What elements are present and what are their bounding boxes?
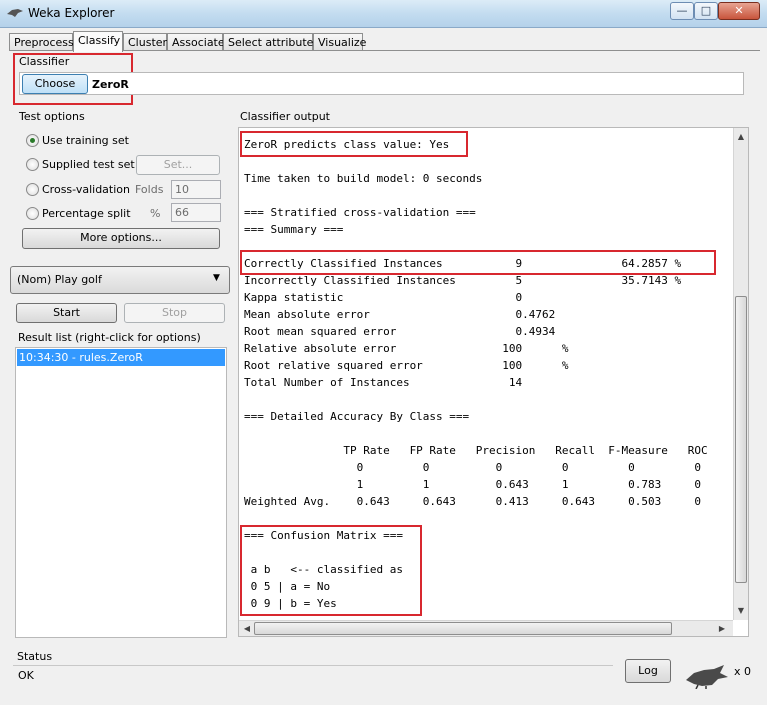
output-line: 0 0 0 0 0 0: [244, 461, 701, 474]
tab-preprocess[interactable]: Preprocess: [9, 33, 74, 51]
supplied-test-label: Supplied test set: [42, 158, 135, 171]
result-list-label: Result list (right-click for options): [18, 331, 201, 344]
status-label: Status: [17, 650, 53, 663]
class-attribute-select[interactable]: (Nom) Play golf ▼: [10, 266, 230, 294]
class-attribute-value: (Nom) Play golf: [17, 273, 102, 286]
output-line: Kappa statistic 0: [244, 291, 523, 304]
title-bar: Weka Explorer — □ ✕: [0, 0, 767, 28]
output-line: Root relative squared error 100 %: [244, 359, 569, 372]
scroll-down-icon[interactable]: ▼: [736, 606, 746, 615]
scroll-right-icon[interactable]: ▶: [717, 624, 727, 633]
minimize-button[interactable]: —: [670, 2, 694, 20]
horizontal-scroll-thumb[interactable]: [254, 622, 672, 635]
output-line: Mean absolute error 0.4762: [244, 308, 556, 321]
status-text: OK: [18, 669, 34, 682]
maximize-button[interactable]: □: [694, 2, 718, 20]
tab-associate[interactable]: Associate: [167, 33, 225, 51]
more-options-button[interactable]: More options...: [22, 228, 220, 249]
percent-input[interactable]: 66: [171, 203, 221, 222]
output-line: Time taken to build model: 0 seconds: [244, 172, 483, 185]
output-line: === Summary ===: [244, 223, 344, 236]
percent-label: %: [150, 207, 161, 220]
log-button[interactable]: Log: [625, 659, 671, 683]
tab-classify[interactable]: Classify: [73, 31, 123, 52]
output-line: Weighted Avg. 0.643 0.643 0.413 0.643 0.…: [244, 495, 701, 508]
scroll-up-icon[interactable]: ▲: [736, 132, 746, 141]
test-options-label: Test options: [19, 110, 85, 123]
classifier-output-label: Classifier output: [240, 110, 330, 123]
scroll-left-icon[interactable]: ◀: [242, 624, 252, 633]
stop-button[interactable]: Stop: [124, 303, 225, 323]
status-bar: [13, 665, 613, 685]
result-list-item[interactable]: 10:34:30 - rules.ZeroR: [17, 349, 225, 366]
weka-bird-icon: [686, 665, 728, 689]
supplied-test-radio[interactable]: [26, 158, 39, 171]
vertical-scroll-thumb[interactable]: [735, 296, 747, 583]
output-line: 1 1 0.643 1 0.783 0: [244, 478, 701, 491]
output-line: Total Number of Instances 14: [244, 376, 523, 389]
output-line: Relative absolute error 100 %: [244, 342, 569, 355]
folds-label: Folds: [135, 183, 164, 196]
percentage-split-label: Percentage split: [42, 207, 131, 220]
folds-input[interactable]: 10: [171, 180, 221, 199]
output-line: Root mean squared error 0.4934: [244, 325, 556, 338]
choose-button[interactable]: Choose: [22, 74, 88, 94]
classifier-name: ZeroR: [92, 78, 129, 91]
prediction-highlight: [240, 131, 468, 157]
classifier-group-label: Classifier: [19, 55, 70, 68]
weka-bird-icon: [7, 9, 23, 17]
percentage-split-radio[interactable]: [26, 207, 39, 220]
tab-visualize[interactable]: Visualize: [313, 33, 366, 51]
set-button[interactable]: Set...: [136, 155, 220, 175]
window-title: Weka Explorer: [28, 6, 115, 20]
use-training-label: Use training set: [42, 134, 129, 147]
horizontal-scrollbar[interactable]: ◀ ▶: [239, 620, 733, 636]
confusion-matrix-highlight: [240, 525, 422, 616]
use-training-radio[interactable]: [26, 134, 39, 147]
tab-select-attributes[interactable]: Select attributes: [223, 33, 319, 51]
cross-validation-label: Cross-validation: [42, 183, 130, 196]
cross-validation-radio[interactable]: [26, 183, 39, 196]
vertical-scrollbar[interactable]: ▲ ▼: [733, 128, 748, 620]
task-count: x 0: [734, 665, 752, 678]
output-line: === Detailed Accuracy By Class ===: [244, 410, 470, 423]
result-list[interactable]: 10:34:30 - rules.ZeroR: [15, 347, 227, 638]
start-button[interactable]: Start: [16, 303, 117, 323]
correct-instances-highlight: [240, 250, 716, 275]
chevron-down-icon: ▼: [213, 273, 220, 283]
output-line: === Stratified cross-validation ===: [244, 206, 476, 219]
output-line: TP Rate FP Rate Precision Recall F-Measu…: [244, 444, 708, 457]
close-button[interactable]: ✕: [718, 2, 760, 20]
tab-cluster[interactable]: Cluster: [123, 33, 167, 51]
